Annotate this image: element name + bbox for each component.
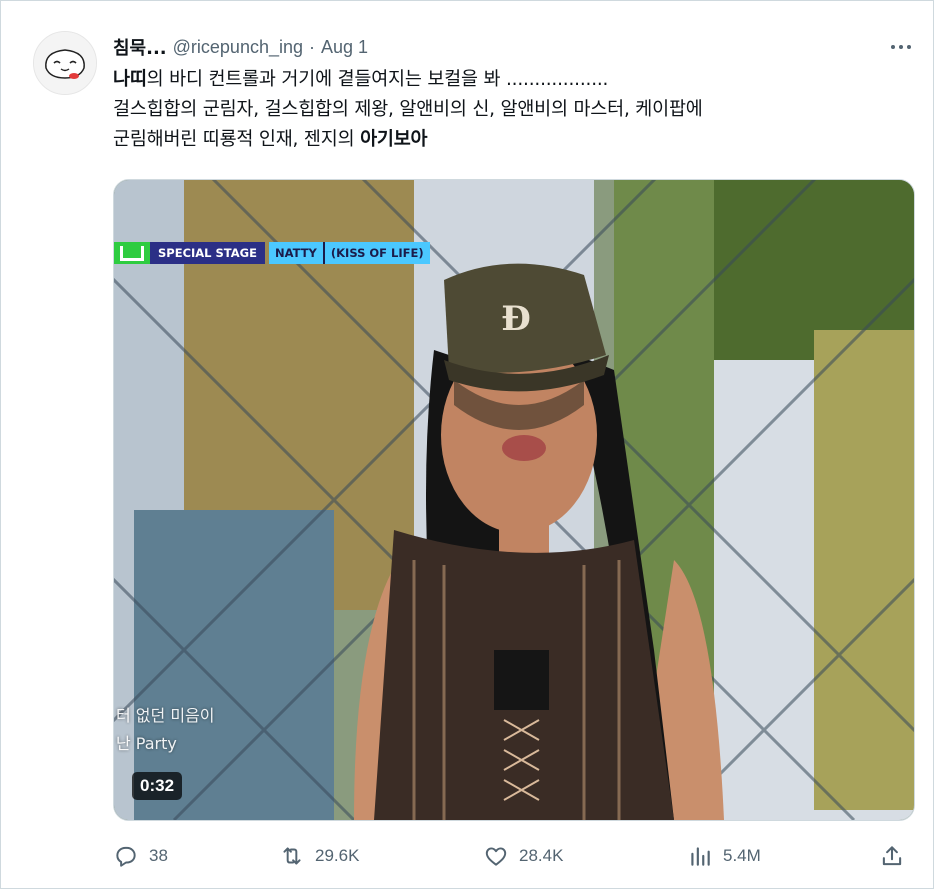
views-count: 5.4M [723, 846, 761, 865]
tweet-text-line-3: 군림해버린 띠룡적 인재, 젠지의 아기보아 [113, 125, 913, 155]
tweet-text-bold-nickname: 아기보아 [360, 129, 428, 150]
banner-artist-name: NATTY [268, 242, 323, 264]
banner-stage-label: SPECIAL STAGE [150, 242, 265, 264]
tweet-date[interactable]: Aug 1 [321, 37, 368, 58]
heart-icon [485, 847, 507, 866]
share-upload-icon [882, 846, 902, 866]
reply-button[interactable]: 38 [113, 841, 168, 871]
tweet-card[interactable]: 침묵... @ricepunch_ing · Aug 1 나띠의 바디 컨트롤과… [0, 0, 934, 889]
channel-logo-icon [114, 242, 150, 264]
svg-text:Ð: Ð [501, 299, 531, 339]
video-player[interactable]: Ð SPECIAL STAGE NATTY (KISS OF LIFE) 터 없… [113, 179, 915, 821]
display-name[interactable]: 침묵... [113, 34, 167, 60]
more-dots-icon[interactable] [883, 37, 919, 57]
retweet-arrows-icon [283, 847, 301, 865]
retweet-button[interactable]: 29.6K [279, 841, 359, 871]
video-timestamp: 0:32 [132, 772, 183, 800]
avatar[interactable] [33, 31, 97, 95]
separator-dot: · [309, 36, 315, 57]
tweet-text-bold-name: 나띠 [113, 69, 147, 90]
tweet-text-line-1: 나띠의 바디 컨트롤과 거기에 곁들여지는 보컬을 봐 ............… [113, 65, 913, 95]
reply-bubble-icon [116, 846, 136, 867]
views-button[interactable]: 5.4M [687, 841, 761, 871]
broadcast-banner: SPECIAL STAGE NATTY (KISS OF LIFE) [114, 242, 430, 264]
retweet-count: 29.6K [315, 846, 360, 865]
avatar-face-icon [34, 32, 96, 94]
share-button[interactable] [879, 841, 905, 871]
user-handle[interactable]: @ricepunch_ing [173, 37, 303, 58]
tweet-action-bar: 38 29.6K 28.4K 5.4M [113, 841, 913, 871]
bar-chart-icon [691, 847, 710, 866]
like-count: 28.4K [519, 846, 564, 865]
tweet-text-line-1-rest: 의 바디 컨트롤과 거기에 곁들여지는 보컬을 봐 ..............… [146, 69, 609, 90]
tweet-header: 침묵... @ricepunch_ing · Aug 1 [113, 34, 368, 60]
banner-group-name: (KISS OF LIFE) [322, 242, 430, 264]
tweet-text-line-3-rest: 군림해버린 띠룡적 인재, 젠지의 [113, 129, 361, 150]
tweet-text: 나띠의 바디 컨트롤과 거기에 곁들여지는 보컬을 봐 ............… [113, 65, 913, 155]
reply-count: 38 [149, 846, 168, 865]
tweet-text-line-2: 걸스힙합의 군림자, 걸스힙합의 제왕, 알앤비의 신, 알앤비의 마스터, 케… [113, 99, 703, 120]
video-subtitle-line-2: 난 Party [116, 734, 177, 753]
like-button[interactable]: 28.4K [483, 841, 563, 871]
video-subtitle-line-1: 터 없던 미음이 [116, 706, 215, 725]
video-frame-image: Ð [114, 180, 914, 820]
